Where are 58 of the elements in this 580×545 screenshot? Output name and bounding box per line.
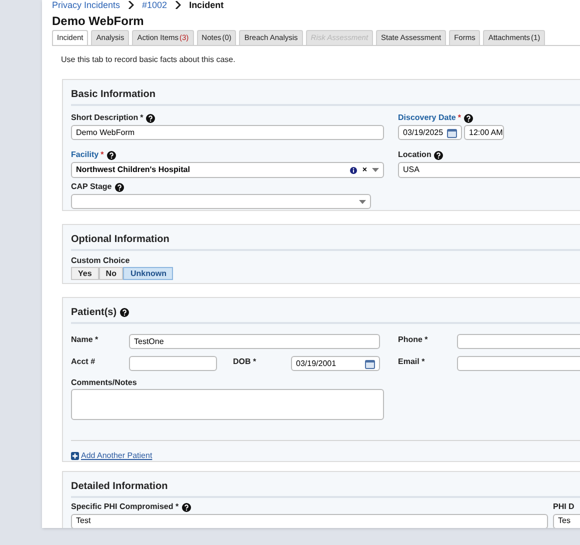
required-mark: * [140,112,144,124]
field-label: Custom Choice [71,255,131,267]
section-heading: Optional Information [71,233,170,247]
plus-icon[interactable] [71,452,79,460]
date-input[interactable]: 03/19/2025 [398,125,462,140]
info-icon[interactable] [350,166,358,174]
time-input[interactable]: 12:00 AM [464,125,504,140]
breadcrumb-link[interactable]: Privacy Incidents [52,0,120,10]
hint-text: Use this tab to record basic facts about this case. [61,54,236,66]
field-label: Location [398,149,432,161]
section-heading: Basic Information [71,88,156,102]
text-input[interactable]: Demo WebForm [71,125,384,140]
help-icon [114,182,124,192]
required-mark: * [458,112,461,124]
field-label: Short Description [71,112,138,124]
email-input[interactable] [457,356,580,371]
dob-input[interactable]: 03/19/2001 [291,356,380,371]
field-label: CAP Stage [71,181,112,193]
phone-input[interactable] [457,334,580,349]
caret-icon[interactable] [372,168,379,172]
text-input[interactable]: Tes [553,514,580,528]
help-icon [182,502,191,512]
help-icon [464,114,473,122]
field-label: Phone * [398,334,429,346]
field-label: Name * [71,334,100,346]
section-heading: Detailed Information [71,480,168,494]
choice-toggle[interactable]: No [98,267,124,280]
breadcrumb-current: Incident [189,0,224,10]
help-icon [434,150,444,160]
help-icon [106,150,116,160]
breadcrumb-link[interactable]: #1002 [142,0,168,10]
help-icon [146,114,156,122]
chevron-icon [128,1,134,9]
add-patient-link[interactable]: Add Another Patient [81,450,152,462]
page-title: Demo WebForm [52,13,145,30]
clear-button[interactable]: × [362,164,367,176]
field-label: DOB * [233,356,258,368]
chevron-icon [175,1,182,9]
calendar-icon[interactable] [447,128,457,138]
calendar-icon[interactable] [365,358,375,368]
required-mark: * [100,149,104,161]
field-label: Email * [398,356,426,368]
section-heading: Patient(s) [71,306,117,320]
name-input[interactable]: TestOne [129,334,380,349]
field-label: Comments/Notes [71,377,138,389]
field-label: Acct # [71,356,96,368]
facility-select[interactable]: Northwest Children's Hospital × [71,162,384,178]
field-label: Specific PHI Compromised * [71,501,179,513]
field-label: PHI D [553,501,576,513]
text-input[interactable]: Test [71,514,548,528]
field-label: Discovery Date [398,112,456,124]
acct-input[interactable] [129,356,217,371]
caret-icon[interactable] [359,200,366,204]
location-input[interactable]: USA [398,162,580,178]
help-icon [120,308,129,317]
choice-toggle[interactable]: Unknown [123,267,174,280]
choice-toggle[interactable]: Yes [71,267,99,280]
field-label: Facility [71,149,99,161]
